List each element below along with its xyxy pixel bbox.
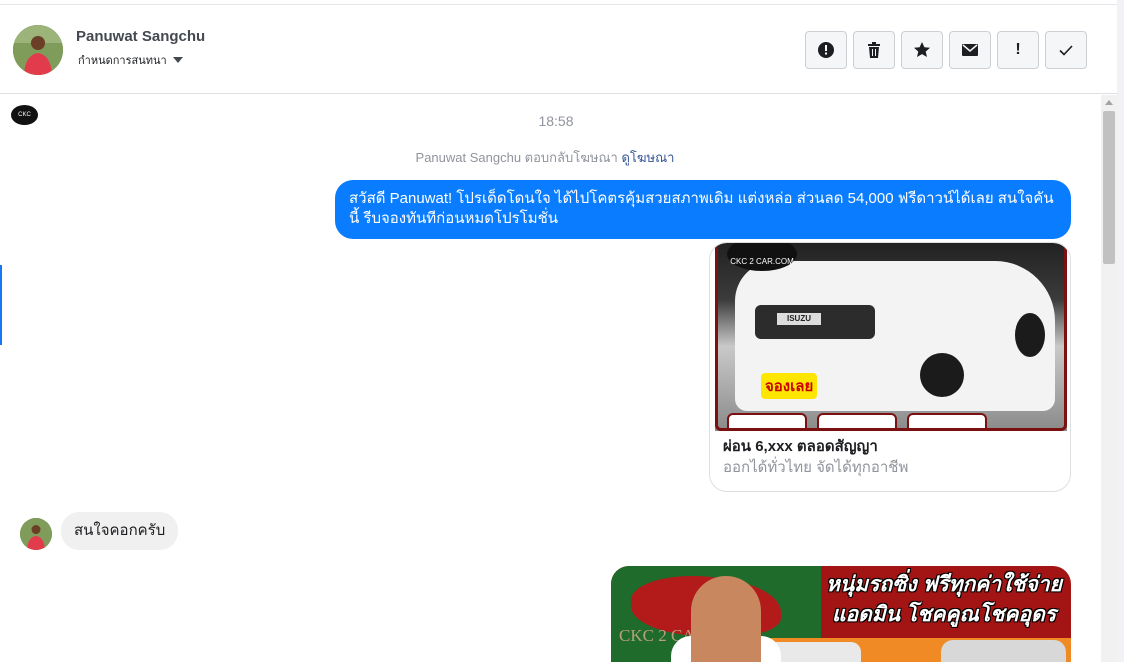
person-photo-icon: [13, 25, 63, 75]
banner-headline-line2: แอดมิน โชคคูณโชคอุดร: [831, 603, 1057, 626]
star-button[interactable]: [901, 31, 943, 69]
delete-button[interactable]: [853, 31, 895, 69]
scroll-thumb[interactable]: [1103, 111, 1115, 264]
person-photo-icon: [20, 518, 52, 550]
report-button[interactable]: [805, 31, 847, 69]
promo-banner-image[interactable]: CKC 2 CAR.COM หนุ่มรถซิ่ง ฟรีทุกค่าใช้จ่…: [611, 566, 1071, 662]
message-thread-window: Panuwat Sangchu กำหนดการสนทนา ! CKC 18:5…: [0, 0, 1124, 662]
view-ad-link[interactable]: ดูโฆษณา: [621, 150, 674, 165]
sender-avatar[interactable]: [20, 518, 52, 550]
header-actions: !: [805, 31, 1087, 69]
car-image: [941, 640, 1066, 662]
message-timestamp: 18:58: [538, 113, 574, 129]
alert-circle-icon: [818, 42, 834, 58]
mark-unread-button[interactable]: [949, 31, 991, 69]
ad-reply-notice: Panuwat Sangchu ตอบกลับโฆษณา ดูโฆษณา: [300, 147, 790, 168]
salesman-photo: [691, 576, 761, 662]
envelope-icon: [962, 44, 978, 56]
star-icon: [914, 42, 930, 57]
ad-card-image[interactable]: ISUZU CKC 2 CAR.COM จองเลย: [715, 243, 1067, 431]
incoming-message-bubble[interactable]: สนใจคอกครับ: [61, 512, 179, 550]
page-logo-avatar: CKC: [11, 105, 38, 125]
contact-avatar[interactable]: [13, 25, 63, 75]
contact-name[interactable]: Panuwat Sangchu: [76, 28, 205, 45]
conversation-settings-label: กำหนดการสนทนา: [78, 55, 167, 67]
thread-scrollbar[interactable]: [1101, 95, 1117, 662]
banner-headline-line1: หนุ่มรถซิ่ง ฟรีทุกค่าใช้จ่าย: [826, 573, 1062, 596]
conversation-header: Panuwat Sangchu กำหนดการสนทนา !: [0, 5, 1118, 94]
ad-reply-text: Panuwat Sangchu ตอบกลับโฆษณา: [415, 150, 618, 165]
trash-icon: [868, 42, 880, 58]
outgoing-message-bubble[interactable]: สวัสดี Panuwat! โปรเด็ดโดนใจ ได้ไปโคตรคุ…: [335, 180, 1071, 239]
mark-done-button[interactable]: [1045, 31, 1087, 69]
window-edge: [1117, 0, 1124, 662]
banner-headline: หนุ่มรถซิ่ง ฟรีทุกค่าใช้จ่าย แอดมิน โชคค…: [821, 570, 1067, 630]
ad-card[interactable]: ISUZU CKC 2 CAR.COM จองเลย ผ่อน 6,xxx ตล…: [709, 242, 1071, 492]
caret-down-icon: [172, 57, 183, 63]
exclamation-icon: !: [1015, 41, 1021, 58]
left-selection-accent: [0, 265, 2, 345]
image-border: [715, 243, 1067, 431]
conversation-settings-dropdown[interactable]: กำหนดการสนทนา: [78, 51, 183, 69]
checkmark-icon: [1059, 45, 1073, 56]
scroll-up-arrow-icon[interactable]: [1101, 95, 1117, 109]
ad-card-subtitle: ออกได้ทั่วไทย จัดได้ทุกอาชีพ: [723, 459, 909, 476]
mark-important-button[interactable]: !: [997, 31, 1039, 69]
